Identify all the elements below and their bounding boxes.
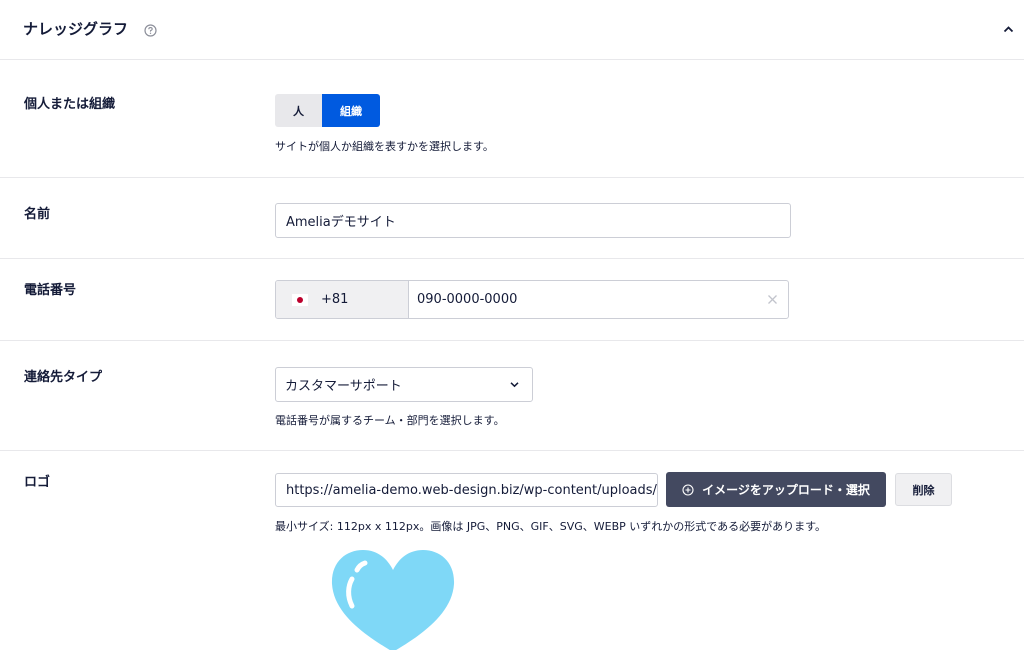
logo-label: ロゴ bbox=[24, 475, 51, 490]
person-or-org-toggle[interactable]: 人 組織 bbox=[275, 94, 380, 127]
contact-type-select[interactable]: カスタマーサポート bbox=[275, 367, 533, 402]
toggle-person-button[interactable]: 人 bbox=[275, 94, 322, 127]
phone-field: +81 090-0000-0000 bbox=[275, 280, 789, 319]
phone-number-input[interactable]: 090-0000-0000 bbox=[409, 281, 788, 318]
person-or-org-help: サイトが個人か組織を表すかを選択します。 bbox=[275, 140, 494, 153]
contact-type-value: カスタマーサポート bbox=[285, 379, 402, 394]
question-circle-icon[interactable] bbox=[144, 24, 157, 37]
person-or-org-label: 個人または組織 bbox=[24, 97, 116, 112]
toggle-organization-button[interactable]: 組織 bbox=[322, 94, 380, 127]
country-code: +81 bbox=[321, 292, 349, 307]
plus-circle-icon bbox=[682, 483, 694, 496]
contact-type-help: 電話番号が属するチーム・部門を選択します。 bbox=[275, 414, 505, 427]
person-or-org-row: 個人または組織 bbox=[0, 60, 1024, 178]
country-code-selector[interactable]: +81 bbox=[276, 281, 409, 318]
heart-logo-icon bbox=[331, 550, 455, 650]
logo-help: 最小サイズ: 112px x 112px。画像は JPG、PNG、GIF、SVG… bbox=[275, 520, 827, 533]
section-title: ナレッジグラフ bbox=[23, 20, 129, 38]
chevron-down-icon bbox=[510, 382, 519, 388]
phone-label: 電話番号 bbox=[24, 283, 77, 298]
name-label: 名前 bbox=[24, 207, 51, 222]
phone-number-value: 090-0000-0000 bbox=[417, 292, 518, 307]
upload-image-button[interactable]: イメージをアップロード・選択 bbox=[666, 472, 886, 507]
remove-logo-button[interactable]: 削除 bbox=[895, 473, 952, 506]
japan-flag-icon bbox=[292, 293, 308, 306]
contact-type-label: 連絡先タイプ bbox=[24, 370, 103, 385]
chevron-up-icon[interactable] bbox=[1003, 25, 1014, 33]
name-input[interactable]: Ameliaデモサイト bbox=[275, 203, 791, 238]
upload-image-label: イメージをアップロード・選択 bbox=[702, 483, 870, 497]
knowledge-graph-header[interactable]: ナレッジグラフ bbox=[0, 0, 1024, 60]
close-icon[interactable] bbox=[767, 294, 778, 305]
logo-url-input[interactable]: https://amelia-demo.web-design.biz/wp-co… bbox=[275, 473, 658, 507]
